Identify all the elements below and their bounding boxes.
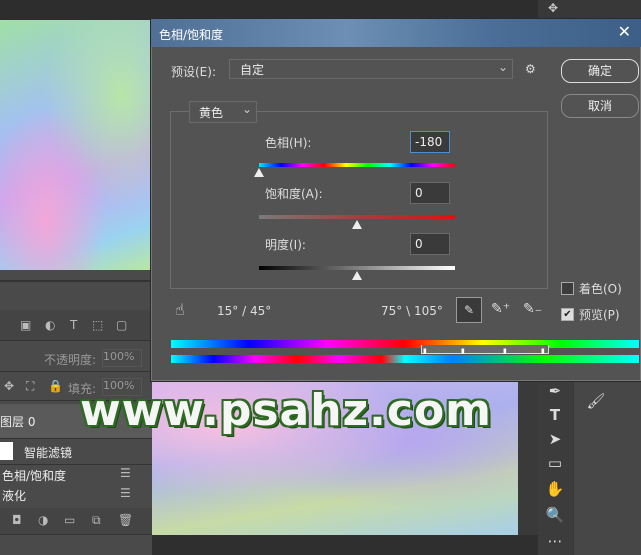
- range-right-readout: 75° \ 105°: [381, 304, 443, 318]
- rectangle-tool-icon[interactable]: ▭: [543, 454, 567, 472]
- smart-filters-row[interactable]: 智能滤镜: [0, 440, 152, 465]
- document-canvas[interactable]: [0, 20, 152, 270]
- status-bar: [152, 535, 538, 555]
- range-left-readout: 15° / 45°: [217, 304, 272, 318]
- close-icon[interactable]: ✕: [618, 22, 631, 41]
- range-handle-right[interactable]: ▮: [541, 347, 545, 355]
- smartobject-filter-icon[interactable]: ▢: [116, 318, 127, 332]
- layers-bottom-toolbar: ◘ ◑ ▭ ⧉ 🗑: [0, 508, 152, 535]
- layer-filter-row: ▣ ◐ T ⬚ ▢: [0, 310, 152, 341]
- ok-button[interactable]: 确定: [561, 59, 639, 83]
- filter-row-hue[interactable]: 色相/饱和度 ☰: [0, 466, 152, 484]
- eyedropper-minus-icon[interactable]: ✎₋: [523, 301, 542, 317]
- preset-options-gear-icon[interactable]: ⚙: [525, 62, 536, 76]
- saturation-label: 饱和度(A):: [265, 187, 323, 201]
- chevron-down-icon: ⌄: [241, 102, 252, 116]
- colorize-checkbox[interactable]: [561, 282, 574, 295]
- text-filter-icon[interactable]: T: [70, 318, 77, 332]
- saturation-slider-track[interactable]: [259, 215, 455, 219]
- eyedropper-plus-icon[interactable]: ✎⁺: [491, 301, 510, 317]
- range-handle-left[interactable]: ▮: [423, 347, 427, 355]
- brush-icon[interactable]: 🖌: [584, 392, 608, 410]
- adjust-group-box: [170, 111, 548, 289]
- lightness-slider-thumb[interactable]: [352, 271, 362, 280]
- hue-saturation-dialog: 色相/饱和度 ✕ 预设(E): 自定 ⌄ ⚙ 确定 取消 黄色 ⌄ 色相(H):…: [150, 18, 641, 382]
- adjustment-filter-icon[interactable]: ◐: [45, 318, 55, 332]
- new-layer-icon[interactable]: ⧉: [92, 513, 101, 528]
- targeted-adjust-hand-icon[interactable]: ☝: [175, 300, 185, 319]
- shape-filter-icon[interactable]: ⬚: [92, 318, 103, 332]
- new-group-icon[interactable]: ▭: [64, 513, 75, 527]
- side-panel: 🖌: [574, 380, 641, 555]
- range-bracket[interactable]: [421, 345, 549, 354]
- lock-artboard-icon[interactable]: ⛶: [26, 379, 34, 394]
- tools-panel: ✒ T ➤ ▭ ✋ 🔍 ⋯: [538, 380, 573, 555]
- filter-options-icon[interactable]: ☰: [120, 486, 131, 500]
- lock-all-icon[interactable]: 🔒: [48, 379, 63, 393]
- path-select-icon[interactable]: ➤: [543, 430, 567, 448]
- lightness-slider-track[interactable]: [259, 266, 455, 270]
- hue-input[interactable]: -180: [410, 131, 450, 153]
- dialog-titlebar[interactable]: 色相/饱和度 ✕: [151, 19, 641, 47]
- channel-dropdown[interactable]: 黄色 ⌄: [189, 101, 257, 123]
- new-adjustment-icon[interactable]: ◑: [38, 513, 48, 527]
- input-color-bar: [171, 340, 639, 348]
- layer-name: 图层 0: [0, 415, 36, 429]
- delete-layer-icon[interactable]: 🗑: [118, 513, 133, 527]
- top-right-toolbar: ✥: [538, 0, 641, 18]
- image-filter-icon[interactable]: ▣: [20, 318, 31, 332]
- chevron-down-icon: ⌄: [497, 60, 508, 74]
- range-handle-inner-left[interactable]: ▮: [461, 347, 465, 355]
- output-color-bar: [171, 355, 639, 363]
- preset-value: 自定: [240, 63, 265, 77]
- preview-label: 预览(P): [579, 308, 620, 322]
- colorize-label: 着色(O): [579, 282, 622, 296]
- opacity-field[interactable]: 100%: [102, 349, 142, 367]
- hue-slider-track[interactable]: [259, 163, 455, 167]
- range-handle-inner-right[interactable]: ▮: [503, 347, 507, 355]
- move-tool-icon[interactable]: ✥: [548, 1, 558, 15]
- hand-tool-icon[interactable]: ✋: [543, 480, 567, 498]
- zoom-tool-icon[interactable]: 🔍: [543, 506, 567, 524]
- panel-divider: [0, 280, 152, 282]
- lock-position-icon[interactable]: ✥: [4, 379, 14, 393]
- saturation-slider-thumb[interactable]: [352, 220, 362, 229]
- lightness-input[interactable]: 0: [410, 233, 450, 255]
- dialog-title: 色相/饱和度: [159, 28, 224, 42]
- watermark-text: www.psahz.com: [80, 385, 493, 436]
- cancel-button[interactable]: 取消: [561, 94, 639, 118]
- saturation-input[interactable]: 0: [410, 182, 450, 204]
- filter-mask-thumbnail[interactable]: [0, 442, 13, 460]
- filter-liquify-label: 液化: [2, 489, 27, 503]
- lightness-label: 明度(I):: [265, 238, 306, 252]
- filter-row-liquify[interactable]: 液化 ☰: [0, 486, 152, 504]
- more-tools-icon[interactable]: ⋯: [543, 532, 567, 550]
- smart-filters-label: 智能滤镜: [24, 446, 73, 460]
- hue-slider-thumb[interactable]: [254, 168, 264, 177]
- filter-hue-label: 色相/饱和度: [2, 469, 67, 483]
- preview-checkbox[interactable]: ✔: [561, 308, 574, 321]
- preset-label: 预设(E):: [171, 65, 216, 79]
- preset-dropdown[interactable]: 自定 ⌄: [229, 59, 513, 79]
- eyedropper-icon[interactable]: ✎: [456, 297, 482, 323]
- opacity-row: 不透明度: 100%: [0, 345, 152, 372]
- type-tool-icon[interactable]: T: [543, 406, 567, 424]
- channel-value: 黄色: [199, 106, 224, 120]
- opacity-label: 不透明度:: [44, 353, 97, 367]
- add-mask-icon[interactable]: ◘: [12, 513, 22, 527]
- pen-tool-icon[interactable]: ✒: [543, 382, 567, 400]
- hue-label: 色相(H):: [265, 136, 312, 150]
- filter-options-icon[interactable]: ☰: [120, 466, 131, 480]
